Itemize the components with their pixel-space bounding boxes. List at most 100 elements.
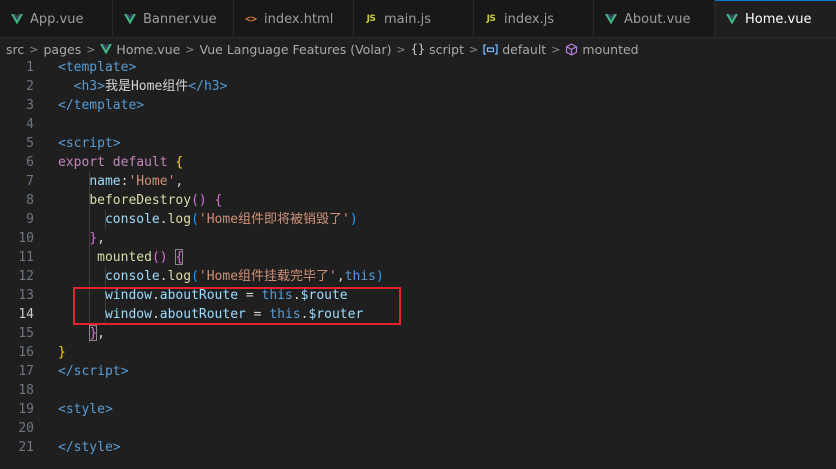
breadcrumb: src > pages > Home.vue > Vue Language Fe… <box>0 38 836 60</box>
breadcrumb-language[interactable]: Vue Language Features (Volar) <box>200 42 392 57</box>
code-token: ( <box>191 269 199 284</box>
code-line[interactable]: 21 </style> <box>0 438 836 457</box>
code-token: console <box>104 212 160 227</box>
code-line[interactable]: 11 mounted() { <box>0 248 836 267</box>
code-line[interactable]: 16} <box>0 343 836 362</box>
js-icon: JS <box>366 14 376 24</box>
code-line[interactable]: 19 <style> <box>0 400 836 419</box>
code-line[interactable]: 5 <script> <box>0 134 836 153</box>
tab-label: index.html <box>264 11 334 27</box>
vue-icon <box>604 12 618 26</box>
code-token: () <box>151 250 168 265</box>
code-line[interactable]: 17 </script> <box>0 362 836 381</box>
code-line[interactable]: 3 </template> <box>0 96 836 115</box>
code-line[interactable]: 15 }, <box>0 324 836 343</box>
code-text: console.log('Home组件挂载完毕了',this) <box>58 267 384 286</box>
code-text: beforeDestroy() { <box>58 191 222 210</box>
bracket-match-box <box>175 249 184 265</box>
line-number: 3 <box>26 98 34 113</box>
vue-icon <box>10 12 24 26</box>
breadcrumb-file[interactable]: Home.vue <box>100 42 180 57</box>
code-line[interactable]: 6 export default { <box>0 153 836 172</box>
code-token: , <box>336 269 345 284</box>
code-line[interactable]: 9 console.log('Home组件即将被销毁了') <box>0 210 836 229</box>
code-line[interactable]: 18 <box>0 381 836 400</box>
line-number: 21 <box>18 440 34 455</box>
chevron-right-icon: > <box>185 42 195 56</box>
tab-label: main.js <box>384 11 431 27</box>
code-token: 我是Home组件 <box>104 79 189 94</box>
code-token: script <box>73 364 121 379</box>
code-line[interactable]: 20 <box>0 419 836 438</box>
annotation-highlight-box <box>73 287 401 325</box>
chevron-right-icon: > <box>29 42 39 56</box>
tab-index-js[interactable]: JS index.js <box>474 0 594 37</box>
tab-banner-vue[interactable]: Banner.vue <box>113 0 234 37</box>
breadcrumb-label: src <box>6 41 25 57</box>
code-token: template <box>65 60 129 75</box>
code-text: console.log('Home组件即将被销毁了') <box>58 210 358 229</box>
code-line[interactable]: 7 name:'Home', <box>0 172 836 191</box>
variable-icon <box>483 43 498 55</box>
tab-label: About.vue <box>624 11 691 27</box>
code-token: log <box>167 269 192 284</box>
line-number: 19 <box>18 402 34 417</box>
tab-label: index.js <box>504 11 555 27</box>
code-token: < <box>58 136 66 151</box>
breadcrumb-src[interactable]: src <box>6 42 24 57</box>
js-icon: JS <box>486 14 496 24</box>
tab-index-html[interactable]: <> index.html <box>234 0 354 37</box>
code-token: > <box>104 402 113 417</box>
line-number: 9 <box>26 212 34 227</box>
line-number: 8 <box>26 193 34 208</box>
code-token: style <box>65 402 105 417</box>
code-text: </script> <box>58 362 128 381</box>
tab-label: App.vue <box>30 11 84 27</box>
code-line[interactable]: 2 <h3>我是Home组件</h3> <box>0 77 836 96</box>
breadcrumb-label: pages <box>43 41 82 57</box>
code-token: > <box>97 79 105 94</box>
code-token: > <box>112 440 121 455</box>
tab-app-vue[interactable]: App.vue <box>0 0 113 37</box>
editor-tab-bar: App.vue Banner.vue <> index.html JS main… <box>0 0 836 38</box>
code-token: </ <box>58 440 74 455</box>
tab-about-vue[interactable]: About.vue <box>594 0 715 37</box>
code-line[interactable]: 12 console.log('Home组件挂载完毕了',this) <box>0 267 836 286</box>
line-number: 1 <box>26 60 34 75</box>
chevron-right-icon: > <box>469 42 479 56</box>
code-line[interactable]: 1 <template> <box>0 58 836 77</box>
code-text: mounted() { <box>58 248 183 267</box>
breadcrumb-default[interactable]: default <box>483 42 546 57</box>
code-line[interactable]: 4 <box>0 115 836 134</box>
breadcrumb-pages[interactable]: pages <box>43 42 81 57</box>
line-number: 2 <box>26 79 34 94</box>
breadcrumb-mounted[interactable]: mounted <box>565 42 639 57</box>
line-number: 6 <box>26 155 34 170</box>
braces-icon: {} <box>410 42 426 56</box>
code-text: name:'Home', <box>58 172 183 191</box>
code-editor[interactable]: 1 <template> 2 <h3>我是Home组件</h3> 3 </templat… <box>0 58 836 469</box>
vue-icon <box>100 43 113 55</box>
code-token: beforeDestroy <box>89 193 192 208</box>
bracket-match-box <box>89 325 98 341</box>
code-line[interactable]: 10 }, <box>0 229 836 248</box>
code-token: export <box>58 155 105 170</box>
breadcrumb-label: Vue Language Features (Volar) <box>199 41 392 57</box>
tab-home-vue[interactable]: Home.vue <box>715 0 836 37</box>
code-token: h3 <box>203 79 220 94</box>
code-line[interactable]: 8 beforeDestroy() { <box>0 191 836 210</box>
breadcrumb-script[interactable]: {} script <box>411 42 464 57</box>
line-number: 13 <box>18 288 34 303</box>
line-number: 15 <box>18 326 34 341</box>
code-token: 'Home' <box>128 174 176 189</box>
tab-main-js[interactable]: JS main.js <box>354 0 474 37</box>
code-token: > <box>219 79 228 94</box>
code-token: < <box>58 402 66 417</box>
method-cube-icon <box>565 42 578 56</box>
code-token: this <box>344 269 377 284</box>
code-token: template <box>73 98 137 113</box>
